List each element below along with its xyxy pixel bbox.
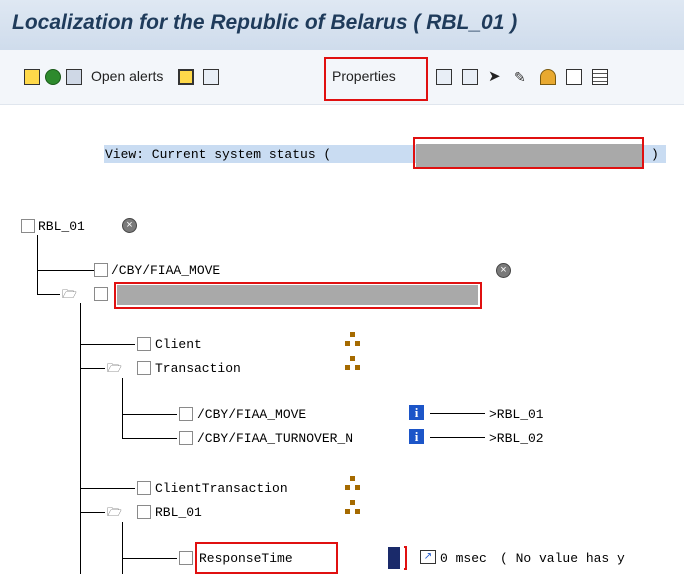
grid-icon[interactable]	[592, 69, 608, 85]
checkbox-tx2[interactable]	[179, 431, 193, 445]
status-unavailable-icon: ×	[496, 263, 511, 278]
tree-line	[80, 368, 105, 369]
response-status-bar	[388, 547, 400, 569]
save-icon[interactable]	[178, 69, 194, 85]
pointer-icon[interactable]: ➤	[488, 69, 504, 85]
response-note: ( No value has y	[500, 550, 625, 567]
expand-icon[interactable]	[66, 69, 82, 85]
tree-line	[122, 522, 123, 574]
choose-icon[interactable]	[24, 69, 40, 85]
window-title: Localization for the Republic of Belarus…	[12, 11, 518, 34]
tree-icon-2[interactable]	[462, 69, 478, 85]
checkbox-tx1[interactable]	[179, 407, 193, 421]
arrow-line	[430, 437, 485, 438]
tree-line	[37, 235, 38, 295]
response-status-highlight	[404, 546, 407, 570]
folder-open-icon[interactable]: 🗁	[107, 506, 123, 518]
tree-line	[37, 270, 94, 271]
info-icon[interactable]: i	[409, 405, 424, 420]
tx1-target: >RBL_01	[489, 406, 544, 423]
chart-icon[interactable]: ↗	[420, 550, 436, 564]
person-icon[interactable]	[540, 69, 556, 85]
checkbox-root[interactable]	[21, 219, 35, 233]
tree-line	[80, 512, 105, 513]
tree-node-client[interactable]: Client	[155, 336, 335, 353]
tree-node-root[interactable]: RBL_01	[38, 218, 85, 235]
properties-button[interactable]: Properties	[332, 68, 396, 84]
notes-icon[interactable]	[566, 69, 582, 85]
tree-line	[122, 438, 177, 439]
tree-line	[122, 378, 123, 438]
display-icon[interactable]	[203, 69, 219, 85]
view-status-label: View: Current system status (	[105, 147, 332, 162]
checkbox-redacted[interactable]	[94, 287, 108, 301]
tree-node-sub-rbl[interactable]: RBL_01	[155, 504, 335, 521]
tool-icon[interactable]: ✎	[514, 69, 530, 85]
title-bar: Localization for the Republic of Belarus…	[0, 0, 684, 50]
response-time-highlight	[195, 542, 338, 574]
view-status-suffix: )	[651, 147, 659, 162]
tree-node-transaction[interactable]: Transaction	[155, 360, 335, 377]
tree-icon[interactable]	[436, 69, 452, 85]
tree-line	[122, 414, 177, 415]
tree-node-tx2[interactable]: /CBY/FIAA_TURNOVER_N	[197, 430, 405, 447]
folder-open-icon[interactable]: 🗁	[107, 362, 123, 374]
response-value: 0 msec	[440, 550, 487, 567]
hierarchy-icon[interactable]	[345, 500, 361, 518]
tree-node-tx1[interactable]: /CBY/FIAA_MOVE	[197, 406, 405, 423]
redacted-node-highlight	[114, 282, 482, 309]
checkbox-transaction[interactable]	[137, 361, 151, 375]
tree-line	[80, 488, 135, 489]
arrow-line	[430, 413, 485, 414]
checkbox-sub-rbl[interactable]	[137, 505, 151, 519]
checkbox-client-transaction[interactable]	[137, 481, 151, 495]
tree-node-move[interactable]: /CBY/FIAA_MOVE	[111, 262, 481, 279]
tree-node-client-transaction[interactable]: ClientTransaction	[155, 480, 335, 497]
tree-line	[37, 294, 60, 295]
hierarchy-icon[interactable]	[345, 356, 361, 374]
folder-open-icon[interactable]: 🗁	[62, 288, 78, 300]
refresh-icon[interactable]	[45, 69, 61, 85]
tree-line	[80, 344, 135, 345]
tree-line	[122, 558, 177, 559]
hierarchy-icon[interactable]	[345, 476, 361, 494]
open-alerts-button[interactable]: Open alerts	[91, 68, 163, 84]
system-id-highlight	[413, 137, 644, 169]
tx2-target: >RBL_02	[489, 430, 544, 447]
checkbox-response-time[interactable]	[179, 551, 193, 565]
checkbox-move[interactable]	[94, 263, 108, 277]
info-icon[interactable]: i	[409, 429, 424, 444]
status-unavailable-icon: ×	[122, 218, 137, 233]
checkbox-client[interactable]	[137, 337, 151, 351]
hierarchy-icon[interactable]	[345, 332, 361, 350]
